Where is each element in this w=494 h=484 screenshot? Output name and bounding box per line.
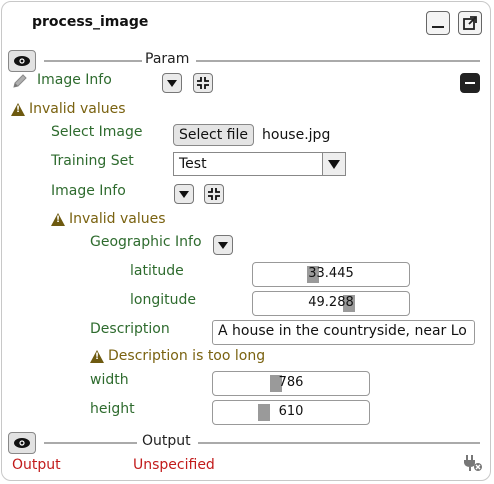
training-set-label: Training Set bbox=[51, 153, 134, 169]
param-section-title: Param bbox=[142, 51, 193, 67]
minus-icon bbox=[465, 82, 475, 84]
warning-icon: ! bbox=[11, 102, 25, 116]
width-label: width bbox=[90, 372, 129, 388]
nested-image-info-collapse-button[interactable] bbox=[204, 184, 224, 204]
image-info-label: Image Info bbox=[37, 72, 112, 88]
width-input[interactable]: 786 bbox=[212, 371, 370, 396]
output-name[interactable]: Output bbox=[12, 457, 61, 473]
geographic-info-dropdown-button[interactable] bbox=[213, 235, 233, 255]
geographic-info-label: Geographic Info bbox=[90, 234, 202, 250]
chevron-down-icon bbox=[328, 159, 340, 169]
training-set-value: Test bbox=[179, 156, 207, 172]
warning-icon: ! bbox=[51, 212, 65, 226]
nested-image-info-dropdown-button[interactable] bbox=[174, 184, 194, 204]
image-info-dropdown-button[interactable] bbox=[162, 73, 182, 93]
eye-icon bbox=[14, 56, 30, 66]
param-divider-left bbox=[44, 60, 142, 62]
training-set-select[interactable]: Test bbox=[173, 152, 346, 176]
longitude-label: longitude bbox=[130, 292, 196, 308]
select-image-label: Select Image bbox=[51, 124, 143, 140]
invalid-values-warning: ! Invalid values bbox=[11, 101, 126, 117]
image-info-collapse-button[interactable] bbox=[193, 73, 213, 93]
output-divider-left bbox=[44, 442, 137, 444]
height-value: 610 bbox=[278, 404, 304, 419]
remove-button[interactable] bbox=[460, 73, 480, 93]
output-visibility-toggle[interactable] bbox=[8, 432, 36, 454]
compress-icon bbox=[197, 77, 209, 89]
plug-disconnect-icon[interactable] bbox=[463, 454, 483, 472]
description-warning-text: Description is too long bbox=[108, 348, 266, 364]
description-warning: ! Description is too long bbox=[90, 348, 265, 364]
nested-image-info-label: Image Info bbox=[51, 183, 126, 199]
open-external-button[interactable] bbox=[458, 11, 482, 35]
description-label: Description bbox=[90, 321, 170, 337]
node-title: process_image bbox=[32, 14, 149, 30]
latitude-input[interactable]: 33.445 bbox=[252, 262, 410, 287]
select-file-button[interactable]: Select file bbox=[173, 124, 254, 146]
external-link-icon bbox=[463, 16, 477, 30]
chevron-down-icon bbox=[167, 79, 177, 87]
eye-icon bbox=[14, 438, 30, 448]
compress-icon bbox=[208, 188, 220, 200]
height-label: height bbox=[90, 401, 135, 417]
nested-invalid-values-text: Invalid values bbox=[69, 211, 166, 227]
pencil-icon bbox=[13, 74, 27, 88]
output-section-title: Output bbox=[139, 433, 194, 449]
output-divider-right bbox=[198, 442, 480, 444]
longitude-input[interactable]: 49.288 bbox=[252, 291, 410, 316]
param-visibility-toggle[interactable] bbox=[8, 50, 36, 72]
output-type: Unspecified bbox=[133, 457, 215, 473]
selected-file-name: house.jpg bbox=[262, 127, 331, 143]
width-value: 786 bbox=[278, 375, 304, 390]
chevron-down-icon bbox=[179, 190, 189, 198]
height-slider-marker[interactable] bbox=[258, 404, 270, 421]
description-input[interactable]: A house in the countryside, near Lo bbox=[212, 320, 475, 345]
nested-invalid-values-warning: ! Invalid values bbox=[51, 211, 166, 227]
training-set-dropdown-arrow[interactable] bbox=[322, 153, 345, 175]
height-input[interactable]: 610 bbox=[212, 400, 370, 425]
latitude-label: latitude bbox=[130, 263, 184, 279]
latitude-value: 33.445 bbox=[308, 266, 354, 281]
minimize-icon bbox=[432, 26, 444, 28]
chevron-down-icon bbox=[218, 241, 228, 249]
param-divider-right bbox=[196, 60, 480, 62]
longitude-value: 49.288 bbox=[308, 295, 354, 310]
minimize-button[interactable] bbox=[426, 11, 450, 35]
invalid-values-text: Invalid values bbox=[29, 101, 126, 117]
warning-icon: ! bbox=[90, 349, 104, 363]
